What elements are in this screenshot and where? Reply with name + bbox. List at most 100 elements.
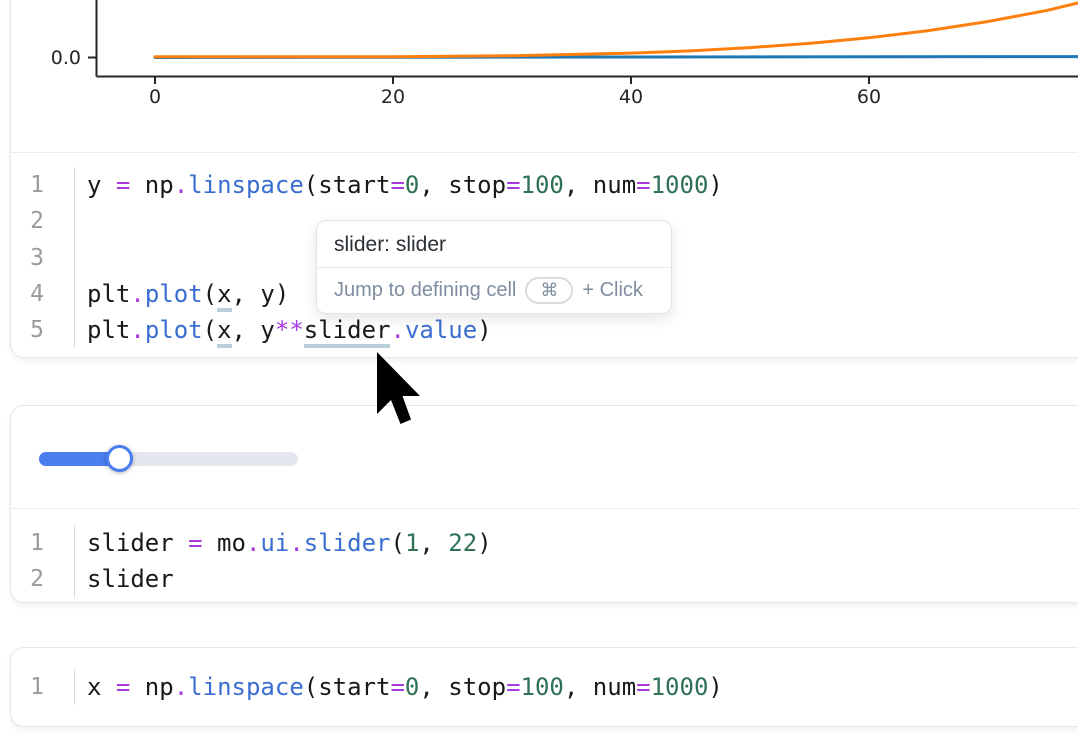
code-token: np — [130, 171, 173, 199]
slider[interactable] — [39, 452, 298, 466]
line-number: 2 — [11, 561, 75, 597]
code-token: 1 — [405, 529, 419, 557]
code-token: . — [246, 529, 260, 557]
code-token: slider — [304, 529, 391, 557]
code-token: slider — [87, 529, 188, 557]
code-token: 0 — [405, 673, 419, 701]
line-number: 2 — [11, 203, 75, 239]
code-line[interactable]: plt.plot(x, y) — [75, 276, 289, 312]
code-row[interactable]: 1x = np.linspace(start=0, stop=100, num=… — [11, 669, 1078, 705]
code-token: slider — [87, 565, 174, 593]
code-token: , stop — [419, 673, 506, 701]
code-token: ) — [708, 673, 722, 701]
code-token: 0 — [405, 171, 419, 199]
y-tick-label: 0.0 — [51, 47, 81, 69]
tooltip-title: slider: slider — [317, 221, 671, 267]
code-token: x — [87, 673, 116, 701]
reactive-variable: x — [217, 280, 231, 312]
mouse-cursor-icon — [377, 352, 423, 430]
tooltip-click-hint: + Click — [582, 279, 643, 302]
command-key-icon: ⌘ — [525, 277, 573, 304]
variable-tooltip: slider: slider Jump to defining cell ⌘ +… — [316, 220, 672, 314]
x-tick-label: 40 — [619, 86, 643, 108]
code-token: . — [390, 316, 404, 344]
code-token: value — [405, 316, 477, 344]
code-token: 22 — [448, 529, 477, 557]
code-token: , y) — [232, 280, 290, 308]
code-token: = — [116, 171, 130, 199]
code-token: linspace — [188, 171, 304, 199]
code-token: , num — [564, 673, 636, 701]
code-token: = — [636, 171, 650, 199]
code-line[interactable]: slider = mo.ui.slider(1, 22) — [75, 525, 492, 561]
line-number: 5 — [11, 312, 75, 348]
code-token: . — [130, 316, 144, 344]
code-token: ( — [203, 316, 217, 344]
code-token: plot — [145, 316, 203, 344]
code-line[interactable]: plt.plot(x, y**slider.value) — [75, 312, 492, 348]
code-row[interactable]: 1y = np.linspace(start=0, stop=100, num=… — [11, 167, 1078, 203]
code-token: , stop — [419, 171, 506, 199]
line-number: 1 — [11, 669, 75, 705]
code-token: y — [87, 171, 116, 199]
slider-thumb[interactable] — [106, 445, 133, 472]
code-line[interactable]: x = np.linspace(start=0, stop=100, num=1… — [75, 669, 723, 705]
line-number: 4 — [11, 276, 75, 312]
code-token: . — [289, 529, 303, 557]
code-token: = — [390, 673, 404, 701]
code-token: = — [506, 673, 520, 701]
tooltip-action-label: Jump to defining cell — [334, 279, 516, 302]
line-number: 1 — [11, 167, 75, 203]
code-token: . — [174, 171, 188, 199]
code-token: ui — [260, 529, 289, 557]
code-token: , — [419, 529, 448, 557]
code-token: (start — [304, 673, 391, 701]
code-token: mo — [203, 529, 246, 557]
code-line[interactable]: slider — [75, 561, 174, 597]
code-token: . — [174, 673, 188, 701]
notebook-cell-x: 1x = np.linspace(start=0, stop=100, num=… — [10, 647, 1078, 727]
matplotlib-figure: 0.0 0 20 40 60 — [10, 0, 1078, 153]
code-row[interactable]: 5plt.plot(x, y**slider.value) — [11, 312, 1078, 348]
code-token: = — [116, 673, 130, 701]
code-token: = — [188, 529, 202, 557]
code-token: ( — [390, 529, 404, 557]
line-number: 1 — [11, 525, 75, 561]
code-token: = — [636, 673, 650, 701]
code-editor-x[interactable]: 1x = np.linspace(start=0, stop=100, num=… — [11, 648, 1078, 726]
code-editor-slider[interactable]: 1slider = mo.ui.slider(1, 22)2slider — [11, 509, 1078, 603]
reactive-variable: slider — [304, 316, 391, 348]
code-token: ** — [275, 316, 304, 344]
code-token: 100 — [521, 171, 564, 199]
code-token: , y — [232, 316, 275, 344]
code-token: np — [130, 673, 173, 701]
notebook: 0.00204060 1y = np.linspace(start=0, sto… — [0, 0, 1078, 746]
code-row[interactable]: 2 slider — [11, 561, 1078, 597]
code-line[interactable]: y = np.linspace(start=0, stop=100, num=1… — [75, 167, 723, 203]
code-token: 100 — [521, 673, 564, 701]
slider-output — [11, 406, 1078, 509]
x-tick-label: 20 — [381, 86, 405, 108]
code-token: linspace — [188, 673, 304, 701]
notebook-cell-slider: 1slider = mo.ui.slider(1, 22)2slider — [10, 405, 1078, 603]
code-token: 1000 — [651, 673, 709, 701]
tooltip-action-row: Jump to defining cell ⌘ + Click — [317, 267, 671, 313]
code-row[interactable]: 1slider = mo.ui.slider(1, 22) — [11, 525, 1078, 561]
code-token: plt — [87, 316, 130, 344]
code-token: (start — [304, 171, 391, 199]
code-token: plot — [145, 280, 203, 308]
code-token: ) — [477, 316, 491, 344]
code-token: ) — [477, 529, 491, 557]
x-tick-label: 0 — [149, 86, 161, 108]
code-token: plt — [87, 280, 130, 308]
code-token: . — [130, 280, 144, 308]
reactive-variable: x — [217, 316, 231, 348]
code-token: , num — [564, 171, 636, 199]
line-number: 3 — [11, 240, 75, 276]
x-tick-label: 60 — [857, 86, 881, 108]
code-token: 1000 — [651, 171, 709, 199]
code-token: ( — [203, 280, 217, 308]
code-token: ) — [708, 171, 722, 199]
code-token: = — [506, 171, 520, 199]
plot-output: 0.0 0 20 40 60 — [11, 0, 1078, 153]
